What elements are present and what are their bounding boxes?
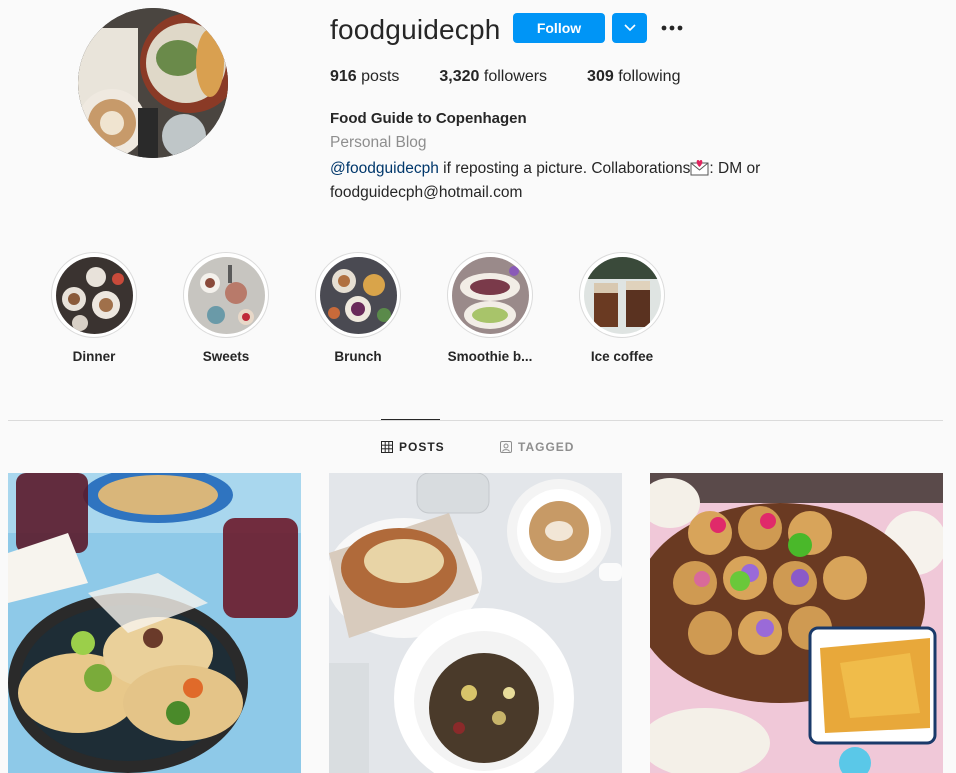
highlight-ice-coffee-image [583, 256, 661, 334]
post-tile-3[interactable] [650, 473, 943, 773]
post-image-brunch [329, 473, 622, 773]
profile-stats: 916 posts 3,320 followers 309 following [330, 68, 720, 86]
tab-posts-label: POSTS [399, 440, 445, 454]
tab-posts[interactable]: POSTS [381, 440, 445, 454]
highlight-sweets[interactable]: Sweets [166, 252, 286, 364]
more-options-button[interactable] [660, 18, 684, 38]
profile-username: foodguidecph [330, 14, 501, 45]
post-tile-2[interactable] [329, 473, 622, 773]
profile-avatar-image [78, 8, 228, 158]
posts-count-label: posts [361, 68, 400, 85]
following-count-label: following [618, 68, 681, 85]
more-options-icon [661, 25, 683, 31]
highlight-label: Dinner [72, 349, 116, 364]
highlight-smoothie-bowls[interactable]: Smoothie b... [430, 252, 550, 364]
highlight-brunch[interactable]: Brunch [298, 252, 418, 364]
followers-count[interactable]: 3,320 followers [439, 68, 547, 86]
highlight-label: Sweets [202, 349, 250, 364]
tagged-icon [500, 441, 512, 453]
profile-bio: @foodguidecph if reposting a picture. Co… [330, 157, 810, 205]
profile-full-name: Food Guide to Copenhagen [330, 110, 527, 127]
post-image-tacos-platter [650, 473, 943, 773]
highlight-label: Ice coffee [590, 349, 654, 364]
bio-mention-link[interactable]: @foodguidecph [330, 160, 439, 177]
highlight-ice-coffee[interactable]: Ice coffee [562, 252, 682, 364]
highlight-smoothie-image [451, 256, 529, 334]
active-tab-indicator [381, 419, 440, 420]
follow-button[interactable]: Follow [513, 13, 605, 43]
tabs-divider [8, 420, 943, 421]
highlight-sweets-image [187, 256, 265, 334]
posts-count: 916 posts [330, 68, 399, 86]
suggested-accounts-button[interactable] [612, 13, 647, 43]
highlight-label: Smoothie b... [447, 349, 533, 364]
bio-email: foodguidecph@hotmail.com [330, 184, 523, 201]
highlight-cover [315, 252, 401, 338]
followers-count-value: 3,320 [439, 68, 480, 85]
profile-avatar[interactable] [78, 8, 228, 158]
profile-category: Personal Blog [330, 134, 427, 151]
bio-text: if reposting a picture. Collaborations [438, 160, 691, 177]
following-count[interactable]: 309 following [587, 68, 680, 86]
following-count-value: 309 [587, 68, 614, 85]
chevron-down-icon [623, 24, 636, 32]
highlight-label: Brunch [334, 349, 382, 364]
highlight-cover [51, 252, 137, 338]
tab-tagged-label: TAGGED [518, 440, 575, 454]
bio-text-continued: : DM or [709, 160, 761, 177]
tab-tagged[interactable]: TAGGED [500, 440, 574, 454]
highlight-dinner-image [55, 256, 133, 334]
highlight-brunch-image [319, 256, 397, 334]
highlight-cover [183, 252, 269, 338]
followers-count-label: followers [483, 68, 548, 85]
highlight-cover [447, 252, 533, 338]
posts-count-value: 916 [330, 68, 357, 85]
envelope-heart-icon [690, 160, 709, 176]
highlight-cover [579, 252, 665, 338]
grid-icon [381, 441, 393, 453]
highlight-dinner[interactable]: Dinner [34, 252, 154, 364]
post-image-tacos [8, 473, 301, 773]
post-tile-1[interactable] [8, 473, 301, 773]
